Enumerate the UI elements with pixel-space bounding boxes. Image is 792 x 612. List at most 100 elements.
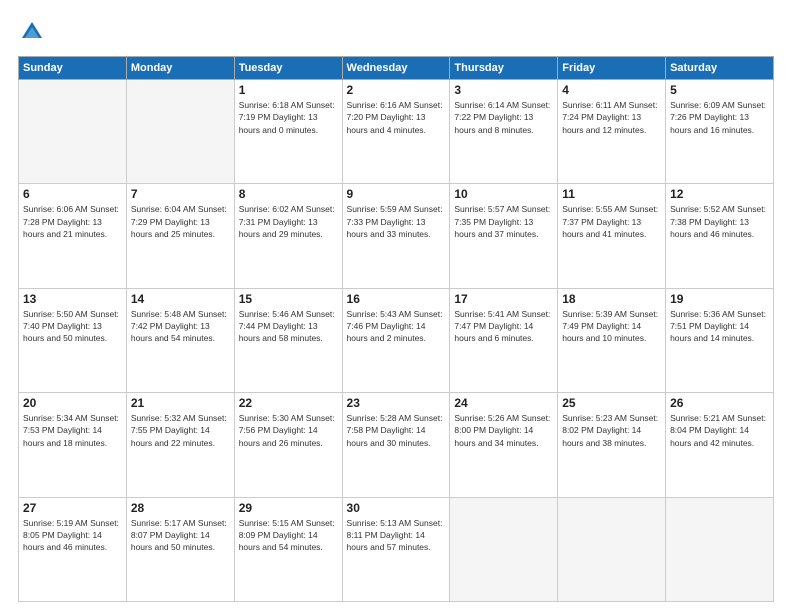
day-info: Sunrise: 6:04 AM Sunset: 7:29 PM Dayligh… bbox=[131, 203, 230, 240]
logo bbox=[18, 18, 50, 46]
day-info: Sunrise: 5:48 AM Sunset: 7:42 PM Dayligh… bbox=[131, 308, 230, 345]
calendar-cell: 26 Sunrise: 5:21 AM Sunset: 8:04 PM Dayli… bbox=[666, 393, 774, 497]
day-info: Sunrise: 6:14 AM Sunset: 7:22 PM Dayligh… bbox=[454, 99, 553, 136]
calendar-cell: 20Sunrise: 5:34 AM Sunset: 7:53 PM Dayli… bbox=[19, 393, 127, 497]
calendar-cell: 9 Sunrise: 5:59 AM Sunset: 7:33 PM Daylig… bbox=[342, 184, 450, 288]
day-number: 18 bbox=[562, 292, 661, 306]
day-number: 25 bbox=[562, 396, 661, 410]
calendar-cell: 10 Sunrise: 5:57 AM Sunset: 7:35 PM Dayli… bbox=[450, 184, 558, 288]
day-info: Sunrise: 6:09 AM Sunset: 7:26 PM Dayligh… bbox=[670, 99, 769, 136]
weekday-header: Sunday bbox=[19, 57, 127, 80]
calendar-cell: 25 Sunrise: 5:23 AM Sunset: 8:02 PM Dayli… bbox=[558, 393, 666, 497]
calendar-cell: 19 Sunrise: 5:36 AM Sunset: 7:51 PM Dayli… bbox=[666, 288, 774, 392]
day-number: 27 bbox=[23, 501, 122, 515]
day-number: 17 bbox=[454, 292, 553, 306]
day-number: 7 bbox=[131, 187, 230, 201]
day-number: 23 bbox=[347, 396, 446, 410]
calendar-cell: 4Sunrise: 6:11 AM Sunset: 7:24 PM Daylig… bbox=[558, 80, 666, 184]
calendar-body: 1 Sunrise: 6:18 AM Sunset: 7:19 PM Daylig… bbox=[19, 80, 774, 602]
calendar-week-row: 27 Sunrise: 5:19 AM Sunset: 8:05 PM Dayli… bbox=[19, 497, 774, 601]
calendar-cell: 3 Sunrise: 6:14 AM Sunset: 7:22 PM Daylig… bbox=[450, 80, 558, 184]
day-number: 10 bbox=[454, 187, 553, 201]
calendar-cell: 29 Sunrise: 5:15 AM Sunset: 8:09 PM Dayli… bbox=[234, 497, 342, 601]
calendar-cell: 8 Sunrise: 6:02 AM Sunset: 7:31 PM Daylig… bbox=[234, 184, 342, 288]
day-info: Sunrise: 6:16 AM Sunset: 7:20 PM Dayligh… bbox=[347, 99, 446, 136]
day-number: 24 bbox=[454, 396, 553, 410]
day-info: Sunrise: 5:43 AM Sunset: 7:46 PM Dayligh… bbox=[347, 308, 446, 345]
day-info: Sunrise: 5:57 AM Sunset: 7:35 PM Dayligh… bbox=[454, 203, 553, 240]
day-info: Sunrise: 5:23 AM Sunset: 8:02 PM Dayligh… bbox=[562, 412, 661, 449]
calendar-cell bbox=[126, 80, 234, 184]
day-number: 1 bbox=[239, 83, 338, 97]
day-info: Sunrise: 5:41 AM Sunset: 7:47 PM Dayligh… bbox=[454, 308, 553, 345]
day-number: 28 bbox=[131, 501, 230, 515]
page: SundayMondayTuesdayWednesdayThursdayFrid… bbox=[0, 0, 792, 612]
day-info: Sunrise: 5:39 AM Sunset: 7:49 PM Dayligh… bbox=[562, 308, 661, 345]
calendar-cell bbox=[19, 80, 127, 184]
logo-icon bbox=[18, 18, 46, 46]
day-number: 21 bbox=[131, 396, 230, 410]
day-info: Sunrise: 5:59 AM Sunset: 7:33 PM Dayligh… bbox=[347, 203, 446, 240]
day-number: 4 bbox=[562, 83, 661, 97]
calendar-cell: 23 Sunrise: 5:28 AM Sunset: 7:58 PM Dayli… bbox=[342, 393, 450, 497]
calendar-cell: 22 Sunrise: 5:30 AM Sunset: 7:56 PM Dayli… bbox=[234, 393, 342, 497]
weekday-header: Tuesday bbox=[234, 57, 342, 80]
day-info: Sunrise: 5:30 AM Sunset: 7:56 PM Dayligh… bbox=[239, 412, 338, 449]
day-info: Sunrise: 6:18 AM Sunset: 7:19 PM Dayligh… bbox=[239, 99, 338, 136]
weekday-header: Friday bbox=[558, 57, 666, 80]
calendar-week-row: 13Sunrise: 5:50 AM Sunset: 7:40 PM Dayli… bbox=[19, 288, 774, 392]
day-number: 11 bbox=[562, 187, 661, 201]
day-info: Sunrise: 5:19 AM Sunset: 8:05 PM Dayligh… bbox=[23, 517, 122, 554]
header bbox=[18, 18, 774, 46]
day-info: Sunrise: 5:15 AM Sunset: 8:09 PM Dayligh… bbox=[239, 517, 338, 554]
day-number: 19 bbox=[670, 292, 769, 306]
calendar-cell bbox=[450, 497, 558, 601]
calendar-week-row: 1 Sunrise: 6:18 AM Sunset: 7:19 PM Daylig… bbox=[19, 80, 774, 184]
calendar-cell: 27 Sunrise: 5:19 AM Sunset: 8:05 PM Dayli… bbox=[19, 497, 127, 601]
day-info: Sunrise: 6:02 AM Sunset: 7:31 PM Dayligh… bbox=[239, 203, 338, 240]
day-number: 29 bbox=[239, 501, 338, 515]
day-info: Sunrise: 5:21 AM Sunset: 8:04 PM Dayligh… bbox=[670, 412, 769, 449]
day-number: 5 bbox=[670, 83, 769, 97]
calendar-cell: 6Sunrise: 6:06 AM Sunset: 7:28 PM Daylig… bbox=[19, 184, 127, 288]
day-info: Sunrise: 5:13 AM Sunset: 8:11 PM Dayligh… bbox=[347, 517, 446, 554]
day-number: 20 bbox=[23, 396, 122, 410]
calendar-cell: 17 Sunrise: 5:41 AM Sunset: 7:47 PM Dayli… bbox=[450, 288, 558, 392]
weekday-header: Wednesday bbox=[342, 57, 450, 80]
calendar-cell: 21 Sunrise: 5:32 AM Sunset: 7:55 PM Dayli… bbox=[126, 393, 234, 497]
calendar-week-row: 6Sunrise: 6:06 AM Sunset: 7:28 PM Daylig… bbox=[19, 184, 774, 288]
calendar-table: SundayMondayTuesdayWednesdayThursdayFrid… bbox=[18, 56, 774, 602]
calendar-cell: 11 Sunrise: 5:55 AM Sunset: 7:37 PM Dayli… bbox=[558, 184, 666, 288]
day-info: Sunrise: 5:28 AM Sunset: 7:58 PM Dayligh… bbox=[347, 412, 446, 449]
calendar-cell: 1 Sunrise: 6:18 AM Sunset: 7:19 PM Daylig… bbox=[234, 80, 342, 184]
calendar-cell: 7 Sunrise: 6:04 AM Sunset: 7:29 PM Daylig… bbox=[126, 184, 234, 288]
calendar-cell: 14Sunrise: 5:48 AM Sunset: 7:42 PM Dayli… bbox=[126, 288, 234, 392]
day-number: 16 bbox=[347, 292, 446, 306]
day-info: Sunrise: 5:32 AM Sunset: 7:55 PM Dayligh… bbox=[131, 412, 230, 449]
day-info: Sunrise: 6:06 AM Sunset: 7:28 PM Dayligh… bbox=[23, 203, 122, 240]
weekday-header: Thursday bbox=[450, 57, 558, 80]
weekday-header: Monday bbox=[126, 57, 234, 80]
calendar-cell: 15Sunrise: 5:46 AM Sunset: 7:44 PM Dayli… bbox=[234, 288, 342, 392]
weekday-header-row: SundayMondayTuesdayWednesdayThursdayFrid… bbox=[19, 57, 774, 80]
day-number: 30 bbox=[347, 501, 446, 515]
calendar-cell: 5 Sunrise: 6:09 AM Sunset: 7:26 PM Daylig… bbox=[666, 80, 774, 184]
day-number: 8 bbox=[239, 187, 338, 201]
day-info: Sunrise: 5:55 AM Sunset: 7:37 PM Dayligh… bbox=[562, 203, 661, 240]
day-number: 3 bbox=[454, 83, 553, 97]
day-info: Sunrise: 5:36 AM Sunset: 7:51 PM Dayligh… bbox=[670, 308, 769, 345]
day-number: 26 bbox=[670, 396, 769, 410]
weekday-header: Saturday bbox=[666, 57, 774, 80]
day-number: 22 bbox=[239, 396, 338, 410]
day-info: Sunrise: 5:46 AM Sunset: 7:44 PM Dayligh… bbox=[239, 308, 338, 345]
day-info: Sunrise: 5:26 AM Sunset: 8:00 PM Dayligh… bbox=[454, 412, 553, 449]
calendar-cell: 16 Sunrise: 5:43 AM Sunset: 7:46 PM Dayli… bbox=[342, 288, 450, 392]
day-info: Sunrise: 5:50 AM Sunset: 7:40 PM Dayligh… bbox=[23, 308, 122, 345]
day-number: 12 bbox=[670, 187, 769, 201]
day-number: 2 bbox=[347, 83, 446, 97]
calendar-header: SundayMondayTuesdayWednesdayThursdayFrid… bbox=[19, 57, 774, 80]
calendar-cell: 12Sunrise: 5:52 AM Sunset: 7:38 PM Dayli… bbox=[666, 184, 774, 288]
calendar-cell: 30 Sunrise: 5:13 AM Sunset: 8:11 PM Dayli… bbox=[342, 497, 450, 601]
day-number: 9 bbox=[347, 187, 446, 201]
calendar-cell: 18 Sunrise: 5:39 AM Sunset: 7:49 PM Dayli… bbox=[558, 288, 666, 392]
